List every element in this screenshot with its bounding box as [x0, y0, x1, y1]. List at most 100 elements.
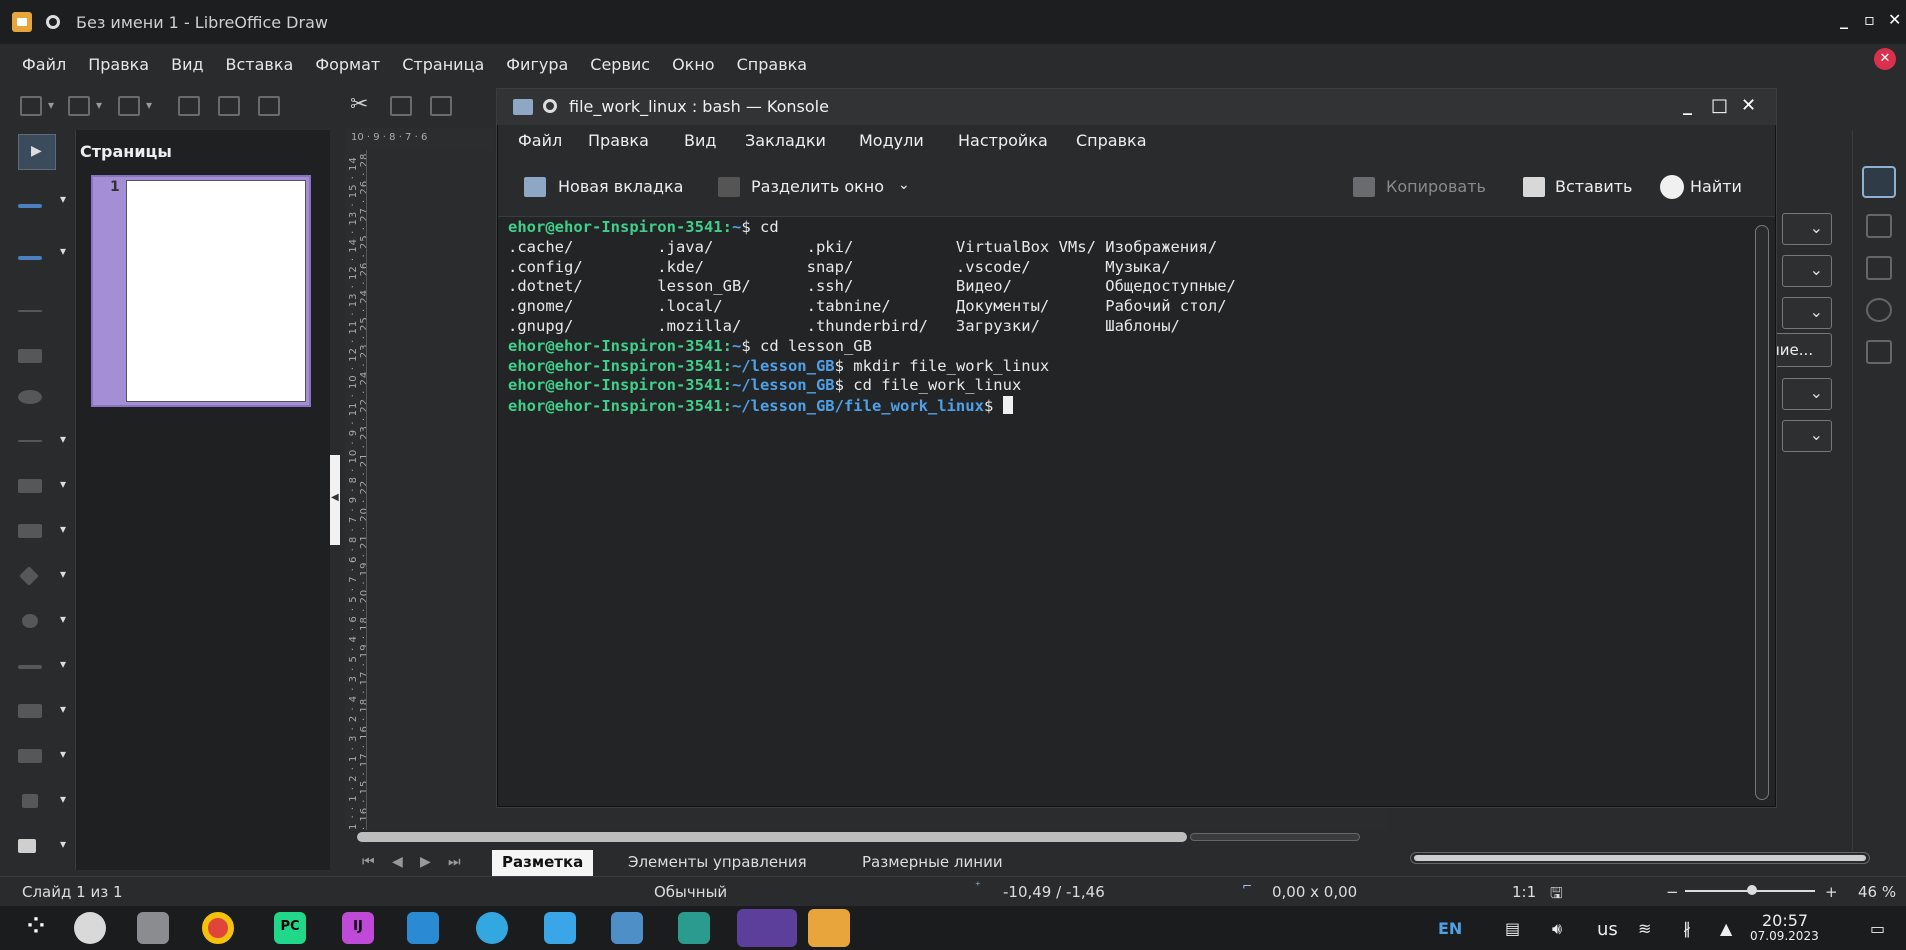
copy-icon[interactable]	[390, 96, 412, 116]
store-icon[interactable]	[544, 912, 576, 944]
volume-icon[interactable]: 🔊︎	[1552, 919, 1562, 939]
keyboard-layout-indicator[interactable]: EN	[1438, 919, 1462, 938]
menu-edit[interactable]: Правка	[88, 55, 149, 74]
open-icon[interactable]	[68, 96, 90, 116]
tab-controls[interactable]: Элементы управления	[628, 850, 807, 876]
pycharm-icon[interactable]: PC	[274, 912, 306, 944]
clipboard-icon[interactable]: ▤	[1505, 919, 1520, 938]
sidebar-dropdown[interactable]: ⌄	[1782, 297, 1832, 329]
libreoffice-math-icon[interactable]	[611, 912, 643, 944]
paste-button[interactable]: Вставить	[1555, 177, 1632, 196]
tab-dimension-lines[interactable]: Размерные линии	[862, 850, 1003, 876]
basic-shapes-tool[interactable]: ▾	[14, 565, 66, 587]
save-icon[interactable]	[118, 96, 140, 116]
select-tool[interactable]	[18, 134, 56, 170]
shapes-deck-icon[interactable]	[1866, 340, 1892, 364]
previous-layer-icon[interactable]: ◀	[392, 854, 403, 870]
minimize-icon[interactable]: _	[1683, 95, 1692, 116]
chevron-down-icon[interactable]: ▾	[48, 98, 54, 112]
sidebar-dropdown[interactable]: ⌄	[1782, 213, 1832, 245]
file-manager-icon[interactable]	[137, 912, 169, 944]
copy-icon[interactable]	[1353, 177, 1375, 197]
konsole-menu-settings[interactable]: Настройка	[958, 131, 1048, 150]
minimize-icon[interactable]: _	[1840, 10, 1848, 29]
konsole-menu-bookmarks[interactable]: Закладки	[745, 131, 826, 150]
line-tool[interactable]	[14, 300, 48, 322]
konsole-menu-help[interactable]: Справка	[1076, 131, 1147, 150]
maximize-icon[interactable]: □	[1711, 95, 1728, 116]
fill-color-tool[interactable]: ▾	[14, 242, 66, 264]
sidebar-dropdown[interactable]: ⌄	[1782, 378, 1832, 410]
tray-expand-icon[interactable]: ▲	[1720, 919, 1732, 938]
menu-view[interactable]: Вид	[171, 55, 203, 74]
sidebar-dropdown[interactable]: ⌄	[1782, 255, 1832, 287]
zoom-level[interactable]: 46 %	[1858, 883, 1896, 901]
page-thumbnail[interactable]	[126, 180, 306, 402]
keyboard-indicator[interactable]: us	[1597, 919, 1618, 940]
close-document-icon[interactable]: ✕	[1874, 48, 1896, 70]
libreoffice-draw-task-icon[interactable]	[808, 909, 850, 947]
konsole-task-icon[interactable]	[737, 909, 797, 947]
sidebar-dropdown[interactable]: ⌄	[1782, 420, 1832, 452]
navigator-deck-icon[interactable]	[1866, 298, 1892, 322]
close-icon[interactable]: ✕	[1888, 10, 1901, 29]
copy-button[interactable]: Копировать	[1386, 177, 1486, 196]
menu-insert[interactable]: Вставка	[226, 55, 294, 74]
settings-icon[interactable]	[74, 912, 106, 944]
gallery-deck-icon[interactable]	[1866, 256, 1892, 280]
find-icon[interactable]	[1660, 175, 1684, 199]
scale-indicator[interactable]: 1:1	[1512, 883, 1536, 901]
chevron-down-icon[interactable]: ▾	[96, 98, 102, 112]
clock-date[interactable]: 07.09.2023	[1750, 929, 1819, 943]
pin-icon[interactable]	[46, 15, 60, 29]
split-view-icon[interactable]	[718, 177, 740, 197]
export-pdf-icon[interactable]	[218, 96, 240, 116]
terminal-scrollbar[interactable]	[1755, 225, 1769, 800]
paste-icon[interactable]	[1523, 177, 1545, 197]
menu-shape[interactable]: Фигура	[506, 55, 568, 74]
new-icon[interactable]	[20, 96, 42, 116]
properties-deck-icon[interactable]	[1862, 166, 1896, 198]
menu-help[interactable]: Справка	[737, 55, 808, 74]
ellipse-tool[interactable]	[14, 386, 48, 408]
menu-file[interactable]: Файл	[22, 55, 66, 74]
wifi-icon[interactable]: ≋	[1638, 919, 1651, 938]
find-button[interactable]: Найти	[1690, 177, 1742, 196]
symbol-shapes-tool[interactable]: ▾	[14, 610, 66, 632]
curves-tool[interactable]: ▾	[14, 475, 66, 497]
menu-page[interactable]: Страница	[402, 55, 484, 74]
rectangle-tool[interactable]	[14, 345, 48, 367]
zoom-in-icon[interactable]: +	[1825, 883, 1838, 901]
horizontal-scrollbar-track-end[interactable]	[1190, 833, 1360, 841]
styles-deck-icon[interactable]	[1866, 214, 1892, 238]
new-tab-button[interactable]: Новая вкладка	[558, 177, 683, 196]
telegram-icon[interactable]	[476, 912, 508, 944]
lines-arrows-tool[interactable]: ▾	[14, 430, 66, 452]
intellij-icon[interactable]: IJ	[342, 912, 374, 944]
clock-time[interactable]: 20:57	[1762, 911, 1808, 930]
stars-tool[interactable]: ▾	[14, 790, 66, 812]
callouts-tool[interactable]: ▾	[14, 745, 66, 767]
flowchart-tool[interactable]: ▾	[14, 700, 66, 722]
vscode-icon[interactable]	[407, 912, 439, 944]
chrome-icon[interactable]	[202, 912, 234, 944]
close-icon[interactable]: ✕	[1741, 95, 1756, 116]
new-tab-icon[interactable]	[524, 177, 546, 197]
last-layer-icon[interactable]: ⏭	[448, 854, 461, 870]
maximize-icon[interactable]: ▫	[1864, 10, 1875, 29]
export-icon[interactable]	[178, 96, 200, 116]
next-layer-icon[interactable]: ▶	[420, 854, 431, 870]
tab-layout[interactable]: Разметка	[492, 850, 594, 876]
chevron-down-icon[interactable]: ⌄	[898, 177, 910, 193]
bluetooth-icon[interactable]: ∦	[1683, 919, 1691, 938]
cut-icon[interactable]: ✂	[350, 92, 368, 117]
konsole-menu-plugins[interactable]: Модули	[859, 131, 924, 150]
konsole-menu-view[interactable]: Вид	[684, 131, 716, 150]
pin-icon[interactable]	[543, 99, 557, 113]
terminal-output[interactable]: ehor@ehor-Inspiron-3541:~$ cd .cache/ .ja…	[500, 218, 1755, 800]
chevron-down-icon[interactable]: ▾	[146, 98, 152, 112]
block-arrows-tool[interactable]: ▾	[14, 655, 66, 677]
zoom-out-icon[interactable]: −	[1666, 883, 1679, 901]
terminal-app-icon[interactable]	[678, 912, 710, 944]
app-launcher-icon[interactable]: ⁘	[20, 912, 52, 944]
